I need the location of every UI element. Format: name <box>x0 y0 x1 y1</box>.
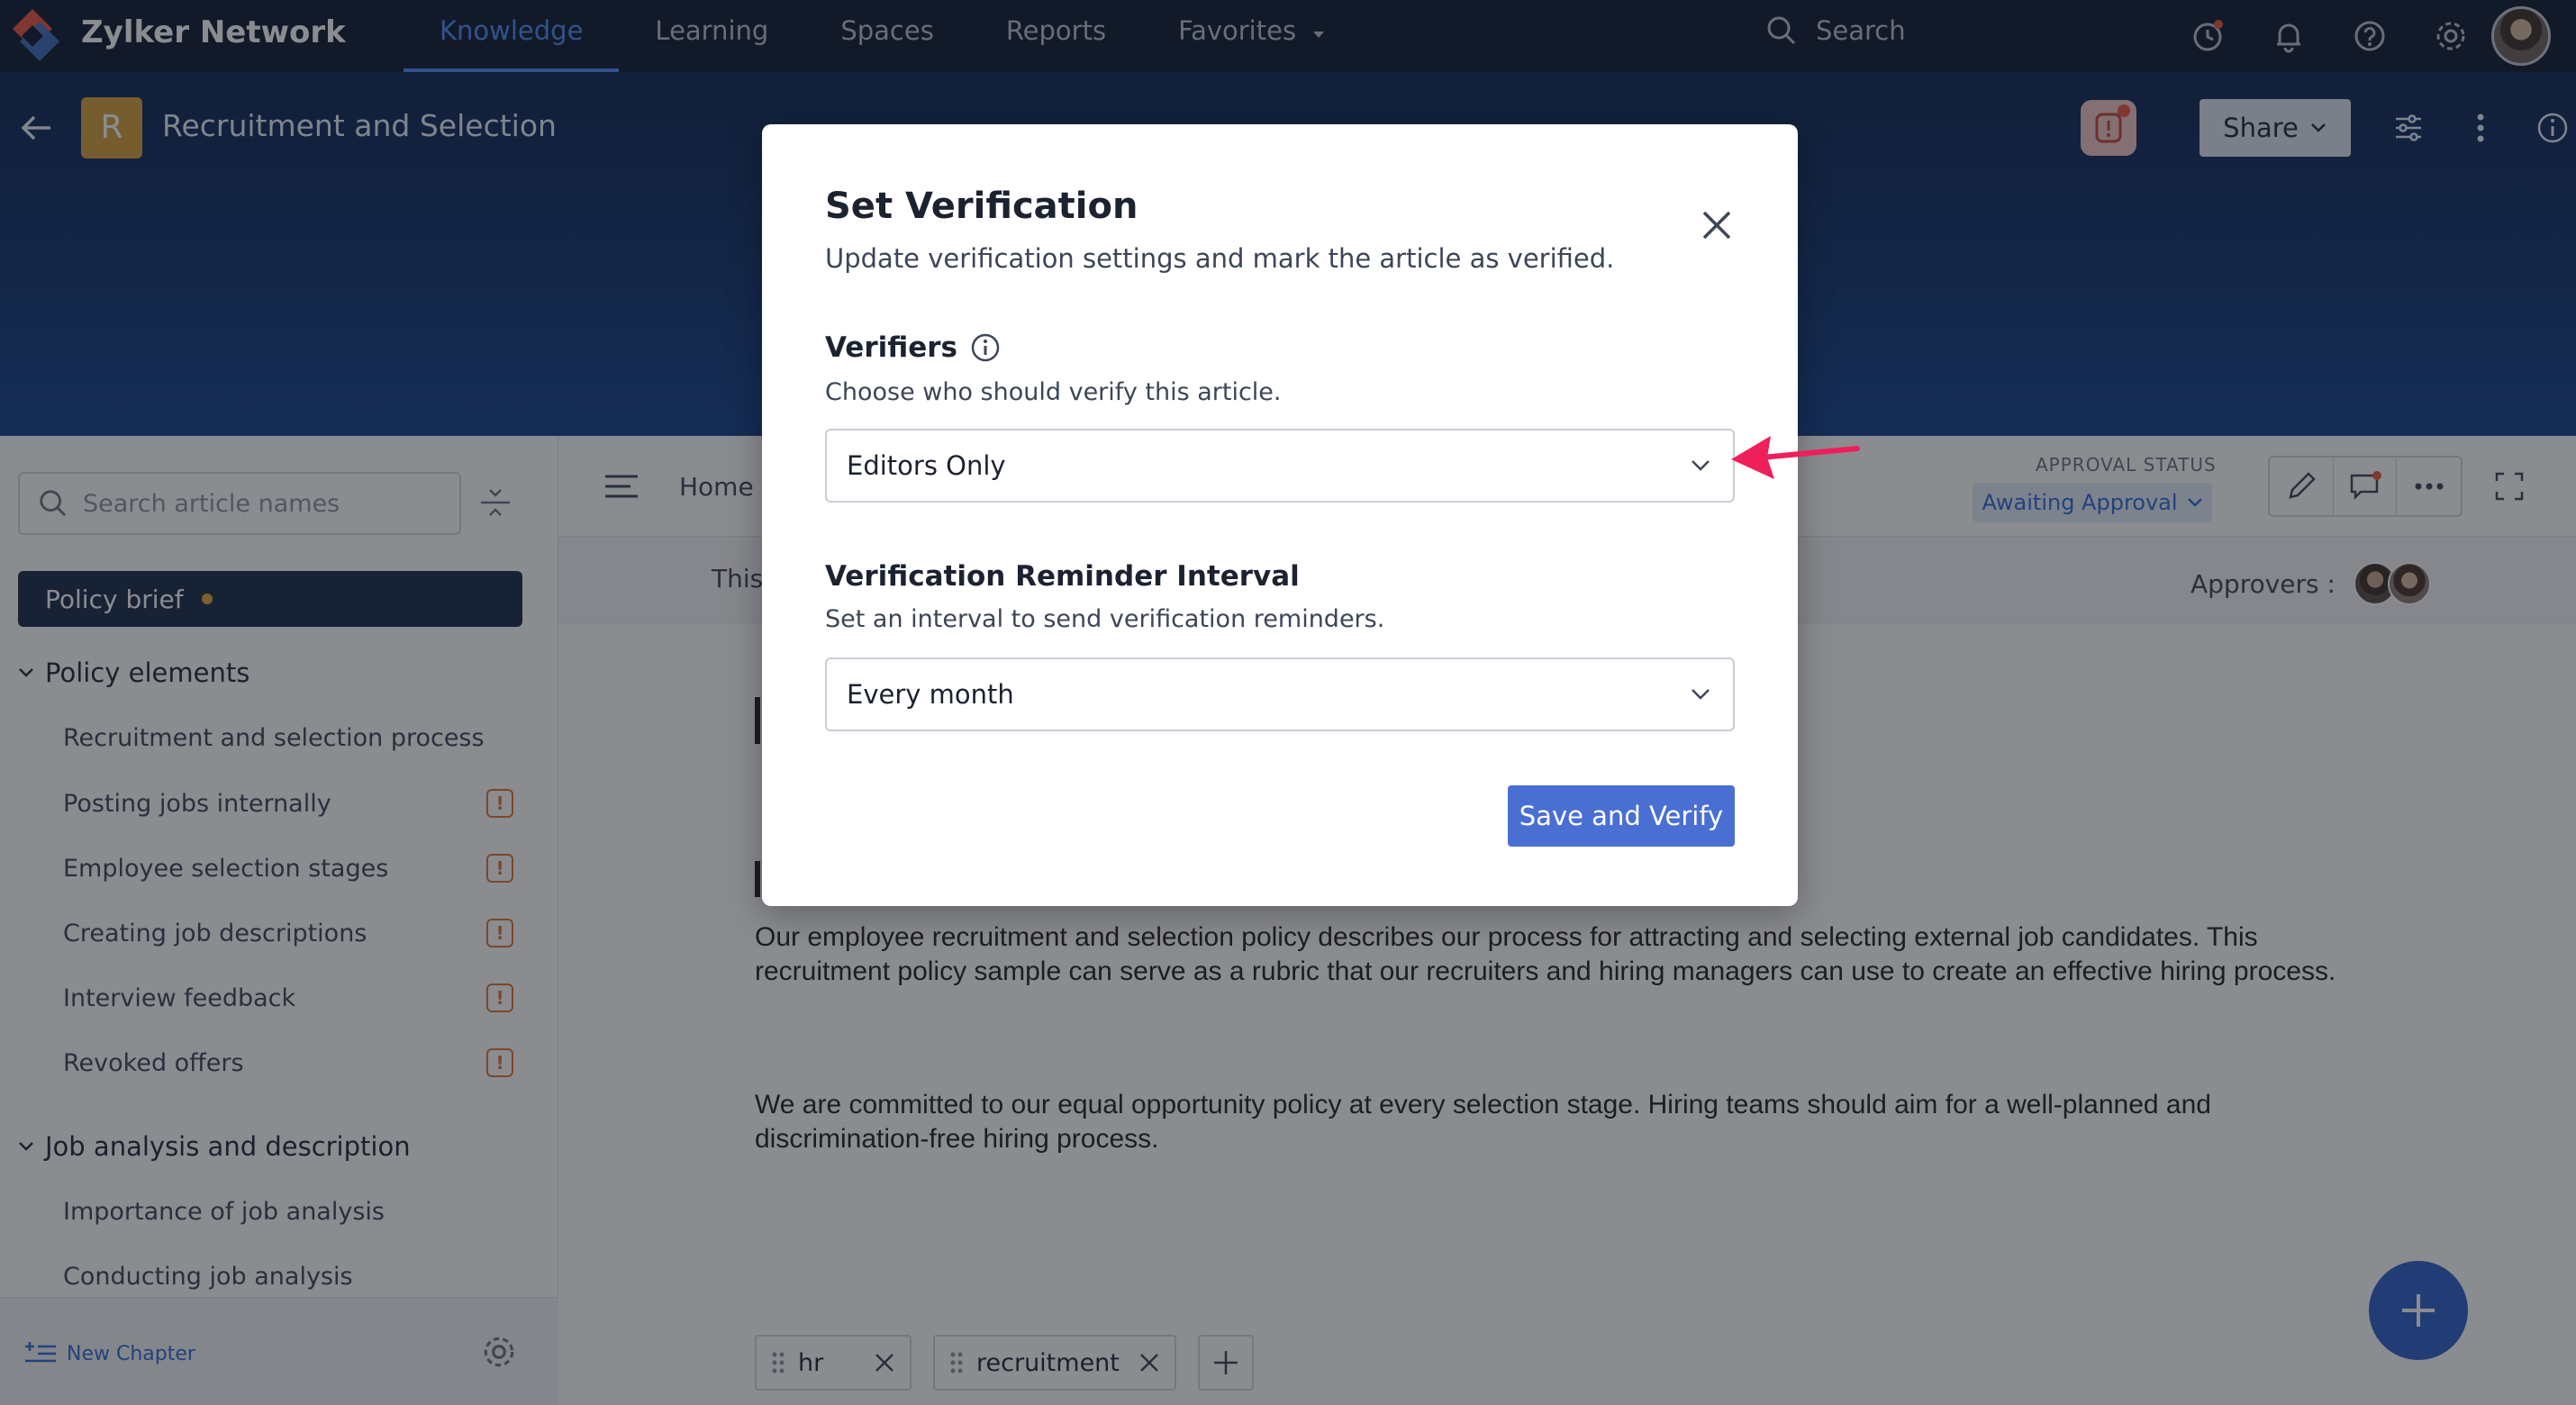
verifiers-label-text: Verifiers <box>825 331 957 364</box>
info-icon[interactable] <box>970 332 1001 363</box>
interval-select[interactable]: Every month <box>825 657 1735 731</box>
chevron-down-icon <box>1692 689 1710 700</box>
close-icon[interactable] <box>1699 207 1735 243</box>
set-verification-dialog: Set Verification Update verification set… <box>762 124 1798 906</box>
dialog-subtitle: Update verification settings and mark th… <box>825 243 1615 274</box>
save-and-verify-button[interactable]: Save and Verify <box>1508 785 1735 847</box>
interval-help: Set an interval to send verification rem… <box>825 605 1385 633</box>
interval-selected-value: Every month <box>847 679 1014 710</box>
annotation-arrow-icon <box>1731 436 1860 479</box>
interval-label: Verification Reminder Interval <box>825 560 1300 593</box>
verifiers-label: Verifiers <box>825 331 1001 364</box>
chevron-down-icon <box>1692 460 1710 471</box>
verifiers-selected-value: Editors Only <box>847 450 1006 481</box>
verifiers-help: Choose who should verify this article. <box>825 378 1282 406</box>
dialog-title: Set Verification <box>825 186 1138 227</box>
verifiers-select[interactable]: Editors Only <box>825 429 1735 503</box>
